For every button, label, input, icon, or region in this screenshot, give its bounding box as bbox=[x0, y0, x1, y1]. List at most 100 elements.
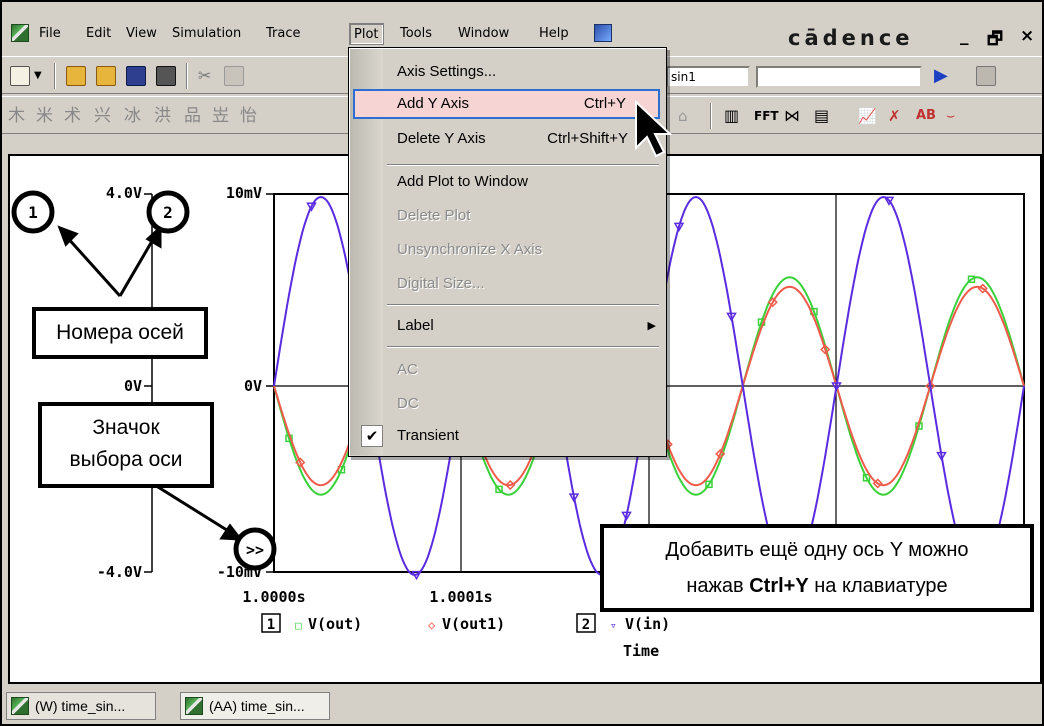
profile-combo[interactable]: sin1 bbox=[666, 66, 750, 88]
menu-item-add-y-axis[interactable]: Add Y Axis bbox=[397, 90, 469, 118]
menu-plot[interactable]: Plot bbox=[349, 23, 384, 45]
menu-tools[interactable]: Tools bbox=[396, 23, 436, 45]
menu-item-delete-y-axis[interactable]: Delete Y Axis bbox=[397, 125, 486, 153]
menu-item-digital-size: Digital Size... bbox=[397, 275, 485, 292]
legend-axis-2-number: 2 bbox=[582, 617, 590, 633]
menu-separator bbox=[387, 164, 659, 166]
cursor-tool-icon[interactable]: 洪 bbox=[154, 106, 174, 126]
tab-w-time-sin[interactable]: (W) time_sin... bbox=[6, 692, 156, 720]
menu-window[interactable]: Window bbox=[454, 23, 513, 45]
app-icon[interactable] bbox=[11, 24, 29, 42]
axis-numbers-label: Номера осей bbox=[56, 321, 184, 344]
legend-trace-vout[interactable]: V(out) bbox=[308, 615, 362, 633]
cursor-tool-icon[interactable]: 品 bbox=[184, 106, 204, 126]
menu-edit[interactable]: Edit bbox=[82, 23, 115, 45]
list-icon[interactable]: ▤ bbox=[814, 106, 834, 126]
menu-help[interactable]: Help bbox=[535, 23, 573, 45]
zoom-tool-icon[interactable]: 米 bbox=[36, 106, 56, 126]
menu-item-add-plot[interactable]: Add Plot to Window bbox=[397, 168, 528, 196]
bars-icon[interactable]: ▥ bbox=[724, 106, 744, 126]
menu-item-ac: AC bbox=[397, 361, 418, 378]
axis-select-label-line2: выбора оси bbox=[69, 448, 183, 471]
x-axis-label: Time bbox=[623, 642, 659, 660]
close-button[interactable]: × bbox=[1020, 26, 1034, 46]
legend-marker: ◇ bbox=[428, 618, 436, 632]
mouse-pointer-icon bbox=[635, 100, 672, 158]
axis-select-callout: Значок выбора оси bbox=[38, 402, 214, 488]
axis-select-label-line1: Значок bbox=[92, 416, 160, 439]
legend-trace-vout1[interactable]: V(out1) bbox=[442, 615, 505, 633]
run-icon[interactable]: ▶ bbox=[934, 66, 954, 86]
y-axis-1-max-label: 4.0V bbox=[106, 184, 142, 202]
tab-label: (W) time_sin... bbox=[35, 698, 126, 714]
hint-key: Ctrl+Y bbox=[749, 575, 809, 597]
cursor-tool-icon[interactable]: 岦 bbox=[212, 106, 232, 126]
tab-label: (AA) time_sin... bbox=[209, 698, 305, 714]
axis-2-circle-label: 2 bbox=[163, 203, 173, 222]
label-tool-icon[interactable]: ⌂ bbox=[678, 106, 698, 126]
probe-window: File Edit View Simulation Trace Plot Too… bbox=[0, 0, 1044, 726]
menu-trace[interactable]: Trace bbox=[262, 23, 305, 45]
hint-line2: нажав Ctrl+Y на клавиатуре bbox=[604, 568, 1030, 604]
hint-pre: нажав bbox=[686, 575, 750, 597]
zoom-tool-icon[interactable]: 木 bbox=[8, 106, 28, 126]
y-axis-1-min-label: -4.0V bbox=[97, 563, 142, 581]
restore-button[interactable]: 🗗 bbox=[987, 26, 1003, 55]
menu-item-unsync-x: Unsynchronize X Axis bbox=[397, 241, 543, 258]
hint-callout: Добавить ещё одну ось Y можно нажав Ctrl… bbox=[600, 524, 1034, 612]
x-tick-label: 1.0001s bbox=[429, 588, 492, 606]
menu-view[interactable]: View bbox=[122, 23, 161, 45]
window-tabs: (W) time_sin... (AA) time_sin... bbox=[2, 688, 1042, 724]
probe-icon bbox=[185, 697, 203, 715]
checkmark-icon: ✔ bbox=[361, 425, 383, 447]
menu-shortcut-delete-y-axis: Ctrl+Shift+Y bbox=[547, 130, 628, 147]
hint-line1: Добавить ещё одну ось Y можно bbox=[665, 539, 969, 561]
tab-aa-time-sin[interactable]: (AA) time_sin... bbox=[180, 692, 330, 720]
cadence-logo: cādence bbox=[788, 26, 914, 50]
save-icon[interactable] bbox=[126, 66, 146, 86]
hint-post: на клавиатуре bbox=[808, 575, 948, 597]
fft-icon[interactable]: FFT bbox=[754, 106, 779, 126]
text-label-icon[interactable]: AB bbox=[916, 106, 936, 126]
toolbar-button[interactable] bbox=[976, 66, 996, 86]
cursor-tool-icon[interactable]: 兴 bbox=[94, 106, 114, 126]
mdi-window-icon[interactable] bbox=[594, 24, 612, 42]
probe-icon bbox=[11, 697, 29, 715]
toolbar-separator bbox=[710, 103, 712, 129]
performance-icon[interactable]: ⋈ bbox=[784, 106, 804, 126]
cut-icon[interactable]: ✂ bbox=[198, 66, 218, 86]
legend-axis-1-number: 1 bbox=[267, 617, 275, 633]
open-folder-alt-icon[interactable] bbox=[96, 66, 116, 86]
menu-item-transient[interactable]: Transient bbox=[397, 422, 459, 450]
toolbar-separator bbox=[54, 63, 56, 89]
legend-trace-vin[interactable]: V(in) bbox=[625, 615, 670, 633]
new-file-icon[interactable] bbox=[10, 66, 30, 86]
search-combo[interactable] bbox=[756, 66, 922, 88]
copy-icon[interactable] bbox=[224, 66, 244, 86]
menu-item-delete-plot: Delete Plot bbox=[397, 207, 471, 224]
add-trace-icon[interactable]: 📈 bbox=[858, 106, 878, 126]
y-axis-2-zero-label: 0V bbox=[244, 377, 262, 395]
cursor-tool-icon[interactable]: 怡 bbox=[240, 106, 260, 126]
axis-1-circle-label: 1 bbox=[28, 203, 38, 222]
delete-trace-icon[interactable]: ✗ bbox=[888, 106, 908, 126]
annotation-arrows bbox=[57, 224, 244, 541]
y-axis-1-zero-label: 0V bbox=[124, 377, 142, 395]
cursor-tool-icon[interactable]: 冰 bbox=[124, 106, 144, 126]
x-tick-label: 1.0000s bbox=[242, 588, 305, 606]
minimize-button[interactable]: _ bbox=[960, 26, 969, 46]
menu-item-axis-settings[interactable]: Axis Settings... bbox=[397, 58, 496, 86]
axis-numbers-callout: Номера осей bbox=[32, 307, 208, 359]
zoom-tool-icon[interactable]: 术 bbox=[64, 106, 84, 126]
submenu-arrow-icon: ▶ bbox=[647, 319, 656, 332]
legend-marker: ▿ bbox=[610, 619, 617, 632]
plot-menu-dropdown: Axis Settings... Add Y Axis Ctrl+Y Delet… bbox=[348, 47, 667, 457]
menu-simulation[interactable]: Simulation bbox=[168, 23, 245, 45]
menu-file[interactable]: File bbox=[35, 23, 65, 45]
open-folder-icon[interactable] bbox=[66, 66, 86, 86]
mark-icon[interactable]: ⌣ bbox=[946, 106, 966, 126]
axis-select-icon[interactable]: >> bbox=[246, 541, 264, 559]
menu-item-label[interactable]: Label bbox=[397, 312, 434, 340]
new-dropdown-icon[interactable]: ▼ bbox=[34, 66, 46, 86]
print-icon[interactable] bbox=[156, 66, 176, 86]
